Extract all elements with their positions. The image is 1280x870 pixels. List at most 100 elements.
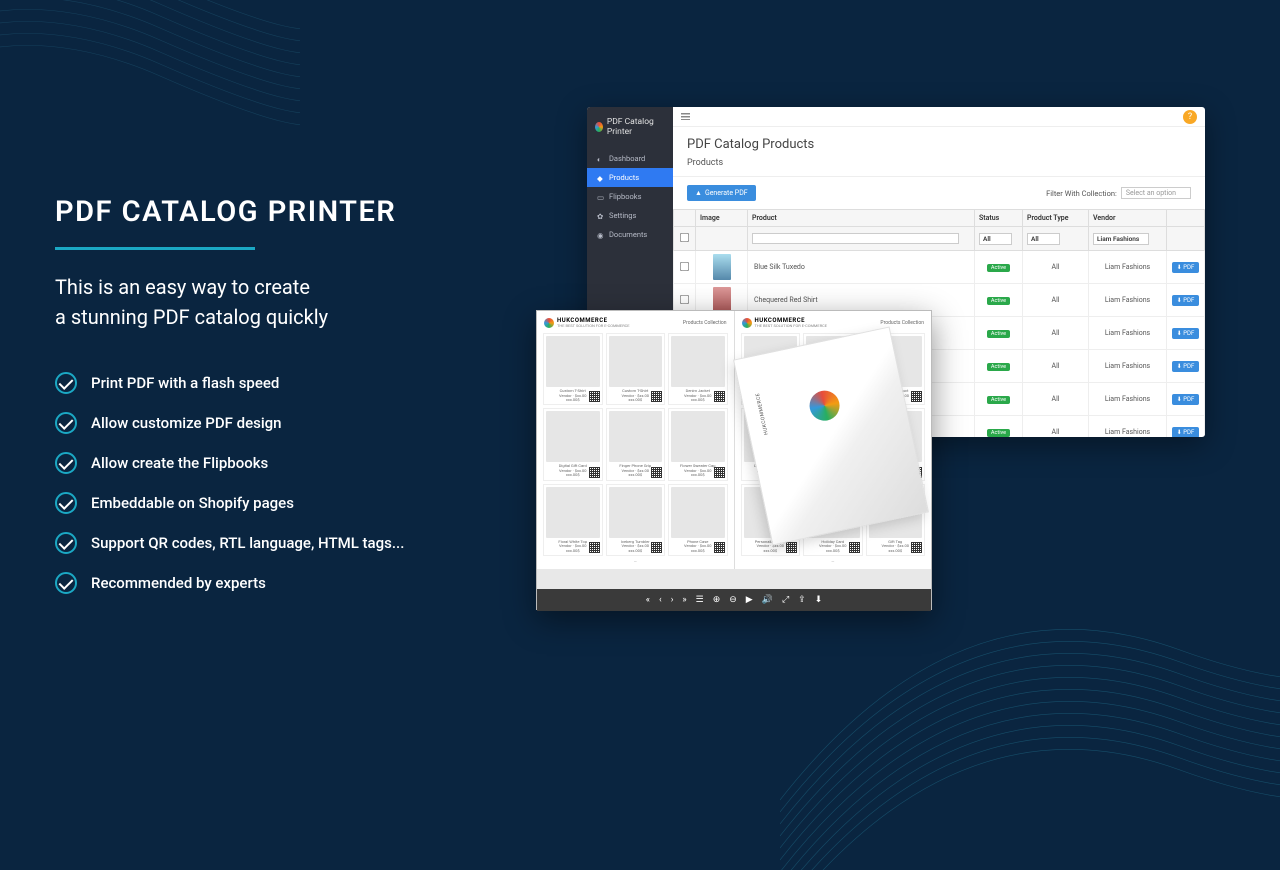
sidebar-item-products[interactable]: ◆Products <box>587 168 673 187</box>
row-pdf-button[interactable]: ⬇ PDF <box>1172 427 1200 438</box>
flipbook-toolbar: « ‹ › » ☰ ⊕ ⊖ ▶ 🔊 ⤢ ⇪ ⬇ <box>537 589 931 611</box>
doc-icon: ◉ <box>597 231 604 238</box>
catalog-label: Holiday CardVendor · $xx.00xxx.00$ <box>819 540 846 553</box>
qr-icon <box>651 391 662 402</box>
feature-item: Embeddable on Shopify pages <box>55 492 535 514</box>
catalog-cell: Digital Gift CardVendor · $xx.00xxx.00$ <box>543 408 603 480</box>
vendor-name: Liam Fashions <box>1089 251 1167 284</box>
vendor-name: Liam Fashions <box>1089 416 1167 438</box>
page-title: PDF Catalog Products <box>673 127 1205 158</box>
feature-item: Allow create the Flipbooks <box>55 452 535 474</box>
download-icon[interactable]: ⬇ <box>815 595 823 605</box>
gauge-icon: ◐ <box>597 155 604 162</box>
logo-icon <box>595 122 603 132</box>
status-badge: Active <box>987 330 1010 338</box>
hero-subtitle: This is an easy way to create a stunning… <box>55 272 535 332</box>
qr-icon <box>651 542 662 553</box>
catalog-thumb <box>546 411 600 462</box>
sidebar-item-settings[interactable]: ✿Settings <box>587 206 673 225</box>
row-checkbox[interactable] <box>680 261 689 270</box>
vendor-name: Liam Fashions <box>1089 383 1167 416</box>
col-vendor: Vendor <box>1089 210 1167 227</box>
tag-icon: ◆ <box>597 174 604 181</box>
product-type: All <box>1023 251 1089 284</box>
row-pdf-button[interactable]: ⬇ PDF <box>1172 361 1200 372</box>
generate-pdf-button[interactable]: ▲ Generate PDF <box>687 185 756 201</box>
col-product: Product <box>748 210 975 227</box>
col-status: Status <box>975 210 1023 227</box>
catalog-thumb <box>609 411 663 462</box>
catalog-cell: Denim JacketVendor · $xx.00xxx.00$ <box>668 333 728 405</box>
catalog-thumb <box>546 487 600 538</box>
thumbnails-icon[interactable]: ☰ <box>696 595 704 605</box>
share-icon[interactable]: ⇪ <box>798 595 806 605</box>
vendor-name: Liam Fashions <box>1089 284 1167 317</box>
flipbook-preview: HUKCOMMERCETHE BEST SOLUTION FOR E-COMME… <box>536 310 932 610</box>
ptype-filter-select[interactable]: All <box>1027 233 1060 245</box>
catalog-cell: Custom T-ShirtVendor · $xx.00xxx.00$ <box>606 333 666 405</box>
row-pdf-button[interactable]: ⬇ PDF <box>1172 328 1200 339</box>
row-pdf-button[interactable]: ⬇ PDF <box>1172 262 1200 273</box>
filter-label: Filter With Collection: <box>1046 189 1117 198</box>
zoom-in-icon[interactable]: ⊕ <box>713 595 721 605</box>
zoom-out-icon[interactable]: ⊖ <box>729 595 737 605</box>
catalog-label: Finger Phone GripVendor · $xx.00xxx.00$ <box>619 464 651 477</box>
catalog-thumb <box>671 336 725 387</box>
menu-toggle-icon[interactable] <box>681 113 690 120</box>
qr-icon <box>911 391 922 402</box>
sidebar-item-documents[interactable]: ◉Documents <box>587 225 673 244</box>
first-page-icon[interactable]: « <box>646 595 650 605</box>
prev-page-icon[interactable]: ‹ <box>659 595 662 605</box>
catalog-thumb <box>671 487 725 538</box>
sidebar-item-flipbooks[interactable]: ▭Flipbooks <box>587 187 673 206</box>
catalog-label: Digital Gift CardVendor · $xx.00xxx.00$ <box>559 464 587 477</box>
play-icon[interactable]: ▶ <box>746 595 753 605</box>
logo-icon <box>807 388 843 424</box>
decorative-wave-top <box>0 0 300 220</box>
logo-icon <box>742 318 752 328</box>
qr-icon <box>589 542 600 553</box>
row-pdf-button[interactable]: ⬇ PDF <box>1172 295 1200 306</box>
vendor-name: Liam Fashions <box>1089 350 1167 383</box>
catalog-label: Flower Sweater CapVendor · $xx.00xxx.00$ <box>680 464 715 477</box>
row-checkbox[interactable] <box>680 294 689 303</box>
catalog-label: Denim JacketVendor · $xx.00xxx.00$ <box>684 389 711 402</box>
fullscreen-icon[interactable]: ⤢ <box>782 595 789 605</box>
logo-icon <box>544 318 554 328</box>
col-ptype: Product Type <box>1023 210 1089 227</box>
check-icon <box>55 372 77 394</box>
catalog-thumb <box>609 336 663 387</box>
status-filter-select[interactable]: All <box>979 233 1012 245</box>
book-icon: ▭ <box>597 193 604 200</box>
help-icon[interactable]: ? <box>1183 110 1197 124</box>
product-type: All <box>1023 350 1089 383</box>
product-search-input[interactable] <box>752 233 959 244</box>
status-badge: Active <box>987 297 1010 305</box>
last-page-icon[interactable]: » <box>682 595 686 605</box>
status-badge: Active <box>987 363 1010 371</box>
sound-icon[interactable]: 🔊 <box>762 595 773 605</box>
collection-filter-select[interactable]: Select an option <box>1121 187 1191 199</box>
sidebar-item-dashboard[interactable]: ◐Dashboard <box>587 149 673 168</box>
flipbook-left-page: HUKCOMMERCETHE BEST SOLUTION FOR E-COMME… <box>537 311 735 569</box>
select-all-checkbox[interactable] <box>680 233 689 242</box>
feature-item: Print PDF with a flash speed <box>55 372 535 394</box>
qr-icon <box>714 542 725 553</box>
catalog-label: Custom T-ShirtVendor · $xx.00xxx.00$ <box>559 389 586 402</box>
product-type: All <box>1023 416 1089 438</box>
product-thumb <box>713 254 731 280</box>
next-page-icon[interactable]: › <box>671 595 674 605</box>
row-pdf-button[interactable]: ⬇ PDF <box>1172 394 1200 405</box>
feature-list: Print PDF with a flash speed Allow custo… <box>55 372 535 594</box>
hero-title: PDF CATALOG PRINTER <box>55 195 535 229</box>
section-title: Products <box>673 158 1205 177</box>
vendor-filter-select[interactable]: Liam Fashions <box>1093 233 1149 245</box>
check-icon <box>55 532 77 554</box>
vendor-name: Liam Fashions <box>1089 317 1167 350</box>
catalog-label: Iceberg TumblerVendor · $xx.00xxx.00$ <box>621 540 650 553</box>
catalog-cell: Iceberg TumblerVendor · $xx.00xxx.00$ <box>606 484 666 556</box>
check-icon <box>55 492 77 514</box>
catalog-cell: Phone CaseVendor · $xx.00xxx.00$ <box>668 484 728 556</box>
check-icon <box>55 452 77 474</box>
catalog-thumb <box>671 411 725 462</box>
